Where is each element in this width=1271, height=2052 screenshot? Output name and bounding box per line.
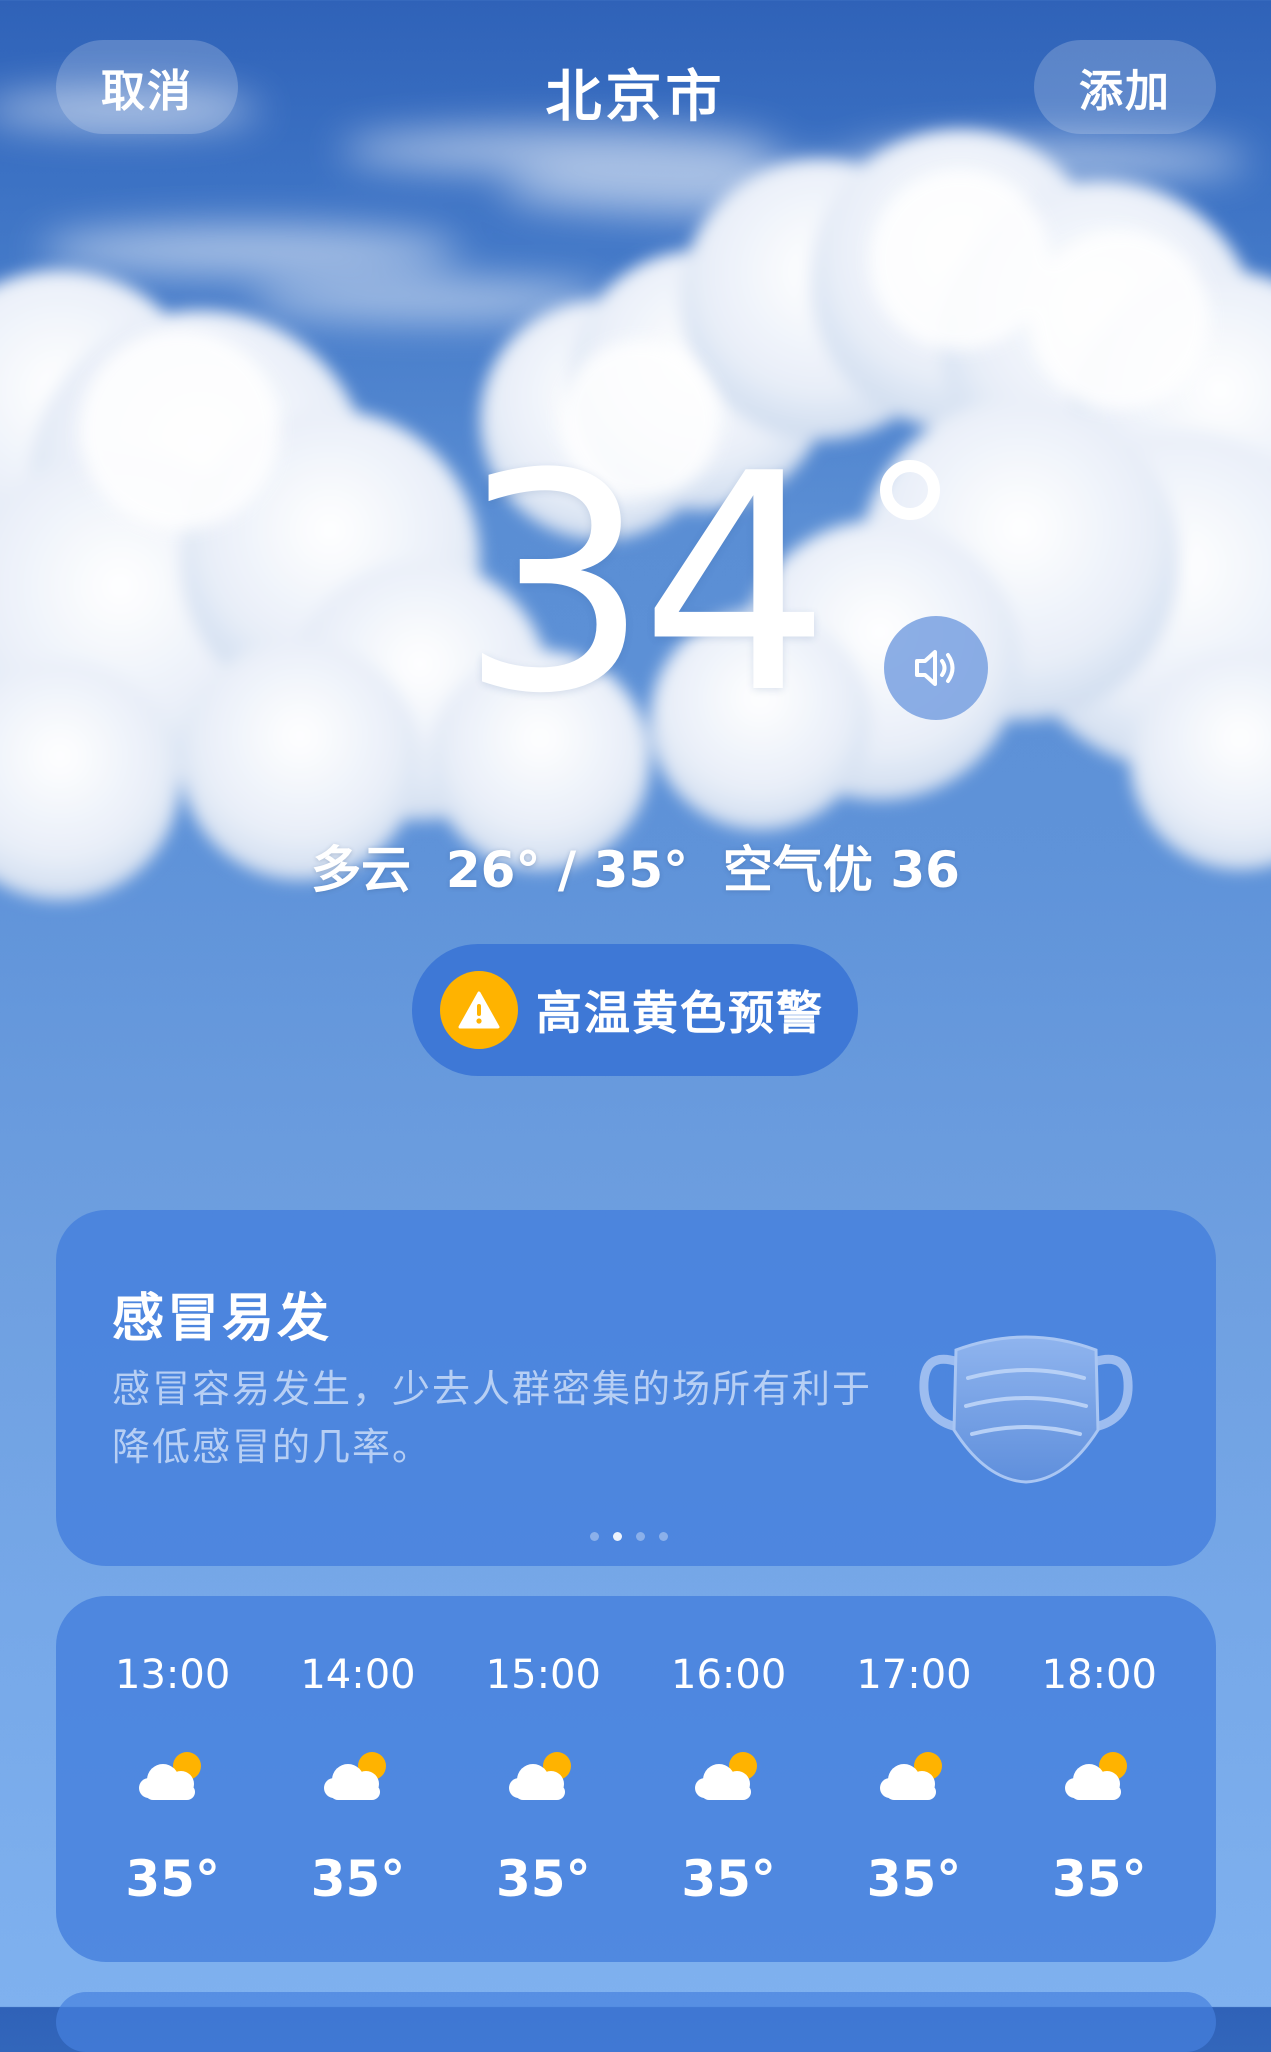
tip-title: 感冒易发: [112, 1289, 333, 1349]
hour-item: 17:00 35°: [821, 1596, 1006, 1962]
partly-cloudy-icon: [133, 1744, 213, 1808]
hour-item: 16:00 35°: [636, 1596, 821, 1962]
hour-temperature: 35°: [125, 1850, 220, 1908]
face-mask-icon: [919, 1335, 1133, 1484]
page-dot-active[interactable]: [613, 1532, 622, 1541]
partly-cloudy-icon: [874, 1744, 954, 1808]
hour-temperature: 35°: [681, 1850, 776, 1908]
hour-item: 15:00 35°: [451, 1596, 636, 1962]
high-temperature-alert[interactable]: 高温黄色预警: [412, 944, 858, 1076]
partly-cloudy-icon: [689, 1744, 769, 1808]
warning-icon: [440, 971, 518, 1049]
next-card: [56, 1992, 1216, 2052]
tip-description: 感冒容易发生，少去人群密集的场所有利于降低感冒的几率。: [112, 1367, 873, 1469]
partly-cloudy-icon: [318, 1744, 398, 1808]
partly-cloudy-icon: [503, 1744, 583, 1808]
page-dot[interactable]: [659, 1532, 668, 1541]
alert-label: 高温黄色预警: [536, 986, 824, 1040]
partly-cloudy-icon: [1059, 1744, 1139, 1808]
hour-time: 15:00: [485, 1652, 601, 1698]
hour-temperature: 35°: [866, 1850, 962, 1908]
hour-time: 13:00: [115, 1652, 231, 1698]
hour-item: 14:00 35°: [265, 1596, 450, 1962]
hour-item: 13:00 35°: [80, 1596, 265, 1962]
hour-time: 17:00: [856, 1652, 972, 1698]
page-dot[interactable]: [590, 1532, 599, 1541]
temperature-value: 34: [459, 410, 831, 759]
speaker-button[interactable]: [884, 616, 988, 720]
hour-time: 18:00: [1041, 1652, 1157, 1698]
tip-pagination[interactable]: [590, 1532, 668, 1541]
hour-temperature: 35°: [310, 1850, 406, 1908]
hour-temperature: 35°: [496, 1850, 591, 1908]
hour-item: 18:00 35°: [1007, 1596, 1192, 1962]
hour-time: 14:00: [300, 1652, 416, 1698]
degree-symbol: [880, 460, 940, 520]
page-dot[interactable]: [636, 1532, 645, 1541]
speaker-icon: [915, 650, 955, 686]
health-tip-card[interactable]: 感冒易发 感冒容易发生，少去人群密集的场所有利于降低感冒的几率。: [56, 1210, 1216, 1566]
add-button[interactable]: 添加: [1034, 40, 1216, 134]
hour-temperature: 35°: [1052, 1850, 1147, 1908]
hourly-forecast-card[interactable]: 13:00 35° 14:00 35° 15:00 35° 16:00 35° 17:00 35°…: [56, 1596, 1216, 1962]
weather-summary: 多云 26° / 35° 空气优 36: [311, 841, 960, 899]
hourly-forecast-row: 13:00 35° 14:00 35° 15:00 35° 16:00 35° 17:00 35°…: [56, 1596, 1216, 1962]
hour-time: 16:00: [671, 1652, 787, 1698]
